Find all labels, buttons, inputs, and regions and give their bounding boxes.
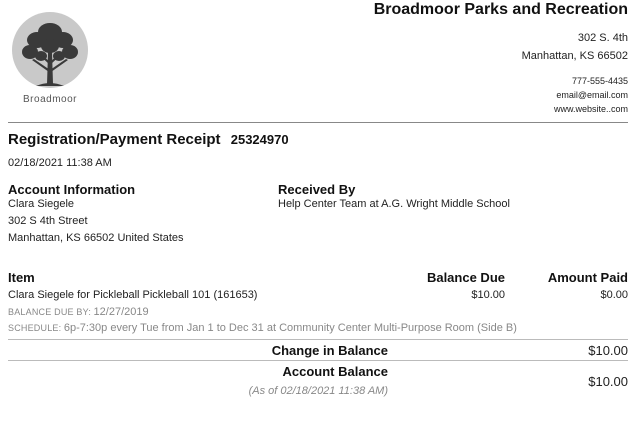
item-column-header: Item bbox=[8, 270, 35, 285]
receipt-datetime: 02/18/2021 11:38 AM bbox=[8, 157, 112, 169]
organization-phone: 777-555-4435 bbox=[571, 76, 628, 86]
items-divider bbox=[8, 339, 628, 340]
received-by-value: Help Center Team at A.G. Wright Middle S… bbox=[278, 198, 510, 210]
tree-logo-icon bbox=[12, 12, 88, 88]
balance-due-by-value: 12/27/2019 bbox=[93, 306, 149, 318]
organization-address-line1: 302 S. 4th bbox=[577, 32, 628, 44]
item-balance-due: $10.00 bbox=[471, 289, 505, 301]
schedule: SCHEDULE: 6p-7:30p every Tue from Jan 1 … bbox=[8, 322, 517, 334]
schedule-value: 6p-7:30p every Tue from Jan 1 to Dec 31 … bbox=[63, 322, 517, 334]
account-info-heading: Account Information bbox=[8, 182, 136, 197]
balance-due-column-header: Balance Due bbox=[426, 270, 505, 285]
change-in-balance-label: Change in Balance bbox=[271, 343, 388, 358]
receipt-title: Registration/Payment Receipt 25324970 bbox=[8, 131, 289, 148]
summary-divider bbox=[8, 360, 628, 361]
change-in-balance-value: $10.00 bbox=[588, 343, 628, 358]
organization-address-line2: Manhattan, KS 66502 bbox=[521, 50, 628, 62]
organization-email: email@email.com bbox=[556, 90, 628, 100]
account-balance-as-of: (As of 02/18/2021 11:38 AM) bbox=[248, 385, 388, 397]
account-street: 302 S 4th Street bbox=[8, 215, 88, 227]
organization-name: Broadmoor Parks and Recreation bbox=[373, 1, 628, 18]
logo-text: Broadmoor bbox=[23, 94, 77, 105]
organization-logo: Broadmoor bbox=[10, 12, 90, 106]
organization-website: www.website..com bbox=[553, 104, 628, 114]
account-balance-label: Account Balance bbox=[282, 364, 388, 379]
account-city-line: Manhattan, KS 66502 United States bbox=[8, 232, 184, 244]
item-description: Clara Siegele for Pickleball Pickleball … bbox=[8, 289, 258, 301]
receipt-title-text: Registration/Payment Receipt bbox=[8, 131, 221, 148]
received-by-heading: Received By bbox=[278, 182, 356, 197]
receipt-number: 25324970 bbox=[230, 132, 289, 147]
balance-due-by: BALANCE DUE BY: 12/27/2019 bbox=[8, 306, 149, 318]
amount-paid-column-header: Amount Paid bbox=[547, 270, 628, 285]
balance-due-by-label: BALANCE DUE BY: bbox=[8, 307, 92, 317]
account-balance-value: $10.00 bbox=[588, 374, 628, 389]
account-name: Clara Siegele bbox=[8, 198, 75, 210]
header-divider bbox=[8, 122, 628, 123]
item-amount-paid: $0.00 bbox=[600, 289, 628, 301]
schedule-label: SCHEDULE: bbox=[8, 323, 62, 333]
